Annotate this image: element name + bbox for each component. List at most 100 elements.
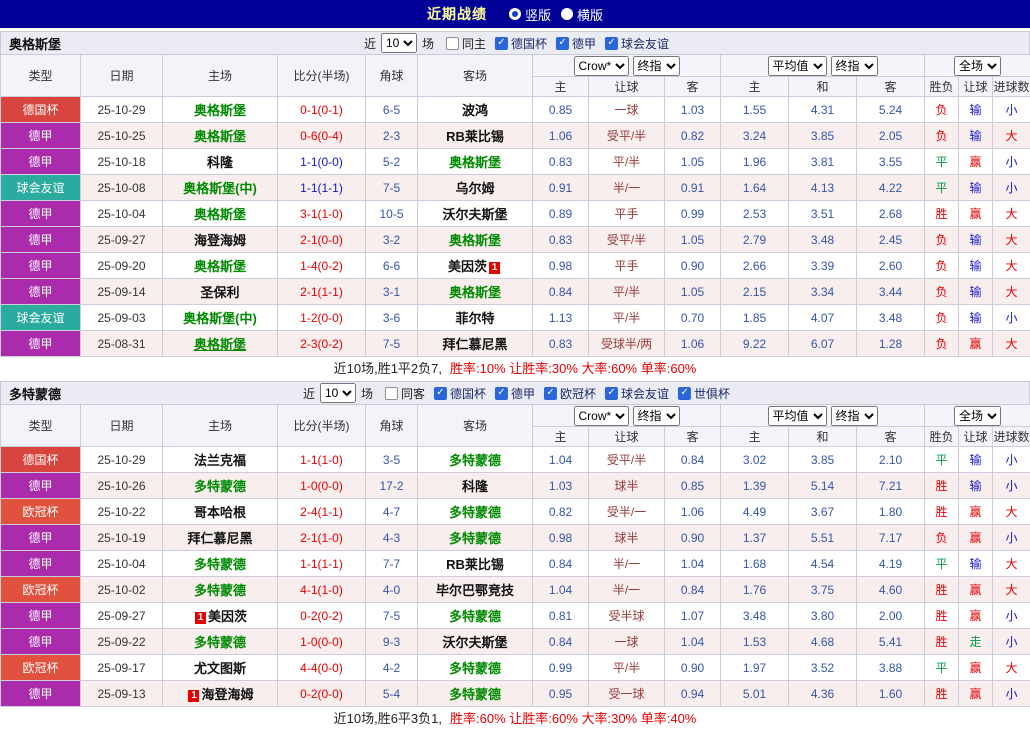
score-cell[interactable]: 1-1(1-0) <box>277 446 366 473</box>
league-filter-checkbox[interactable]: ✓ <box>495 36 508 50</box>
home-team-name[interactable]: 多特蒙德 <box>194 583 246 598</box>
away-team-name[interactable]: 菲尔特 <box>455 311 494 326</box>
range-select[interactable]: 10 <box>380 33 417 53</box>
score-cell[interactable]: 2-4(1-1) <box>277 498 366 525</box>
corner-cell: 7-5 <box>365 602 418 629</box>
score-cell[interactable]: 1-1(1-1) <box>277 174 366 201</box>
away-team-name[interactable]: 奥格斯堡 <box>449 285 501 300</box>
home-team-name[interactable]: 多特蒙德 <box>194 635 246 650</box>
score-cell[interactable]: 0-6(0-4) <box>277 122 366 149</box>
score-cell[interactable]: 0-1(0-1) <box>277 96 366 123</box>
away-team-name[interactable]: 多特蒙德 <box>449 609 501 624</box>
home-team-name[interactable]: 海登海姆 <box>194 233 246 248</box>
score-cell[interactable]: 1-0(0-0) <box>277 628 366 655</box>
average-odds-select[interactable]: 平均值 <box>767 405 827 426</box>
odds-home-cell: 0.85 <box>532 96 589 123</box>
league-filter-checkbox[interactable]: ✓ <box>433 386 447 400</box>
away-team-name[interactable]: RB莱比锡 <box>446 129 504 144</box>
sub-col-odds-home: 主 <box>532 426 589 447</box>
score-cell[interactable]: 0-2(0-0) <box>277 680 366 707</box>
away-team-name[interactable]: RB莱比锡 <box>446 557 504 572</box>
winloss-result-cell: 平 <box>924 174 960 201</box>
away-team-name[interactable]: 科隆 <box>462 479 488 494</box>
away-team-name[interactable]: 美因茨 <box>448 259 487 274</box>
home-team-name[interactable]: 多特蒙德 <box>194 479 246 494</box>
matches-label: 场 <box>421 36 434 51</box>
odds-home-cell: 0.81 <box>532 602 589 629</box>
filter-bar: 近 10 场同主 ✓ 德国杯 ✓ 德甲 ✓ 球会友谊 <box>361 33 669 53</box>
odds-provider-select[interactable]: Crow* <box>573 55 629 76</box>
score-cell[interactable]: 2-3(0-2) <box>277 330 366 357</box>
range-select[interactable]: 10 <box>319 383 356 403</box>
score-cell[interactable]: 1-0(0-0) <box>277 472 366 499</box>
home-team-name[interactable]: 奥格斯堡 <box>194 129 246 144</box>
league-filter-checkbox[interactable]: ✓ <box>605 386 619 400</box>
score-cell[interactable]: 1-2(0-0) <box>277 304 366 331</box>
league-filter-checkbox[interactable]: ✓ <box>556 36 570 50</box>
average-odds-select[interactable]: 平均值 <box>767 55 827 76</box>
home-team-name[interactable]: 多特蒙德 <box>194 557 246 572</box>
col-type: 类型 <box>0 404 81 447</box>
home-team-name[interactable]: 奥格斯堡 <box>194 259 246 274</box>
view-mode-radio[interactable]: 竖版 <box>508 5 551 24</box>
league-filter-checkbox[interactable]: ✓ <box>605 36 619 50</box>
away-team-name[interactable]: 多特蒙德 <box>449 531 501 546</box>
radio-icon <box>561 8 573 20</box>
home-team-name[interactable]: 奥格斯堡(中) <box>183 181 257 196</box>
home-team-name[interactable]: 尤文图斯 <box>194 661 246 676</box>
away-team-name[interactable]: 毕尔巴鄂竞技 <box>436 583 514 598</box>
corner-cell: 17-2 <box>365 472 418 499</box>
score-cell[interactable]: 2-1(0-0) <box>277 226 366 253</box>
handicap-result-cell: 赢 <box>958 498 994 525</box>
score-cell[interactable]: 1-1(1-1) <box>277 550 366 577</box>
league-filter-checkbox[interactable]: ✓ <box>544 386 558 400</box>
home-team-name[interactable]: 海登海姆 <box>201 687 253 702</box>
score-cell[interactable]: 2-1(1-0) <box>277 524 366 551</box>
away-team-name[interactable]: 奥格斯堡 <box>449 233 501 248</box>
score-cell[interactable]: 1-4(0-2) <box>277 252 366 279</box>
home-team-name[interactable]: 美因茨 <box>208 609 247 624</box>
away-team-name[interactable]: 波鸿 <box>462 103 488 118</box>
view-mode-radio[interactable]: 横版 <box>561 5 603 24</box>
home-team-name[interactable]: 奥格斯堡 <box>194 337 246 352</box>
away-team-name[interactable]: 拜仁慕尼黑 <box>442 337 507 352</box>
fullmatch-select[interactable]: 全场 <box>954 55 1002 76</box>
score-cell[interactable]: 3-1(1-0) <box>277 200 366 227</box>
same-venue-checkbox[interactable] <box>445 36 459 50</box>
home-team-name[interactable]: 奥格斯堡(中) <box>183 311 257 326</box>
home-team-name[interactable]: 奥格斯堡 <box>194 103 246 118</box>
away-team-name[interactable]: 多特蒙德 <box>449 453 501 468</box>
winloss-result-cell: 负 <box>924 226 960 253</box>
score-cell[interactable]: 0-2(0-2) <box>277 602 366 629</box>
home-team-name[interactable]: 奥格斯堡 <box>194 207 246 222</box>
home-team-name[interactable]: 拜仁慕尼黑 <box>187 531 252 546</box>
final-odds-select[interactable]: 终指 <box>632 55 680 76</box>
away-team-name[interactable]: 沃尔夫斯堡 <box>442 207 507 222</box>
winloss-result-cell: 负 <box>924 96 960 123</box>
score-cell[interactable]: 2-1(1-1) <box>277 278 366 305</box>
away-team-name[interactable]: 乌尔姆 <box>455 181 494 196</box>
same-venue-checkbox[interactable] <box>384 386 398 400</box>
away-team-name[interactable]: 奥格斯堡 <box>449 155 501 170</box>
score-cell[interactable]: 4-4(0-0) <box>277 654 366 681</box>
away-team-name[interactable]: 多特蒙德 <box>449 505 501 520</box>
score-cell[interactable]: 1-1(0-0) <box>277 148 366 175</box>
away-team-name[interactable]: 沃尔夫斯堡 <box>442 635 507 650</box>
final-odds-select[interactable]: 终指 <box>632 405 680 426</box>
score-cell[interactable]: 4-1(1-0) <box>277 576 366 603</box>
fullmatch-select[interactable]: 全场 <box>954 405 1002 426</box>
home-team-name[interactable]: 圣保利 <box>200 285 239 300</box>
final-odds-select[interactable]: 终指 <box>830 55 878 76</box>
home-team-name[interactable]: 法兰克福 <box>194 453 246 468</box>
league-filter-checkbox[interactable]: ✓ <box>678 386 692 400</box>
home-team-name[interactable]: 哥本哈根 <box>194 505 246 520</box>
odds-provider-select[interactable]: Crow* <box>573 405 629 426</box>
home-team-name[interactable]: 科隆 <box>207 155 233 170</box>
final-odds-select[interactable]: 终指 <box>830 405 878 426</box>
league-filter-checkbox[interactable]: ✓ <box>495 386 508 400</box>
odds-home-cell: 0.91 <box>532 174 589 201</box>
away-team-name[interactable]: 多特蒙德 <box>449 661 501 676</box>
summary-record: 近10场,胜6平3负1, <box>333 711 442 726</box>
away-team-name[interactable]: 多特蒙德 <box>449 687 501 702</box>
avg-home-cell: 1.53 <box>720 628 789 655</box>
